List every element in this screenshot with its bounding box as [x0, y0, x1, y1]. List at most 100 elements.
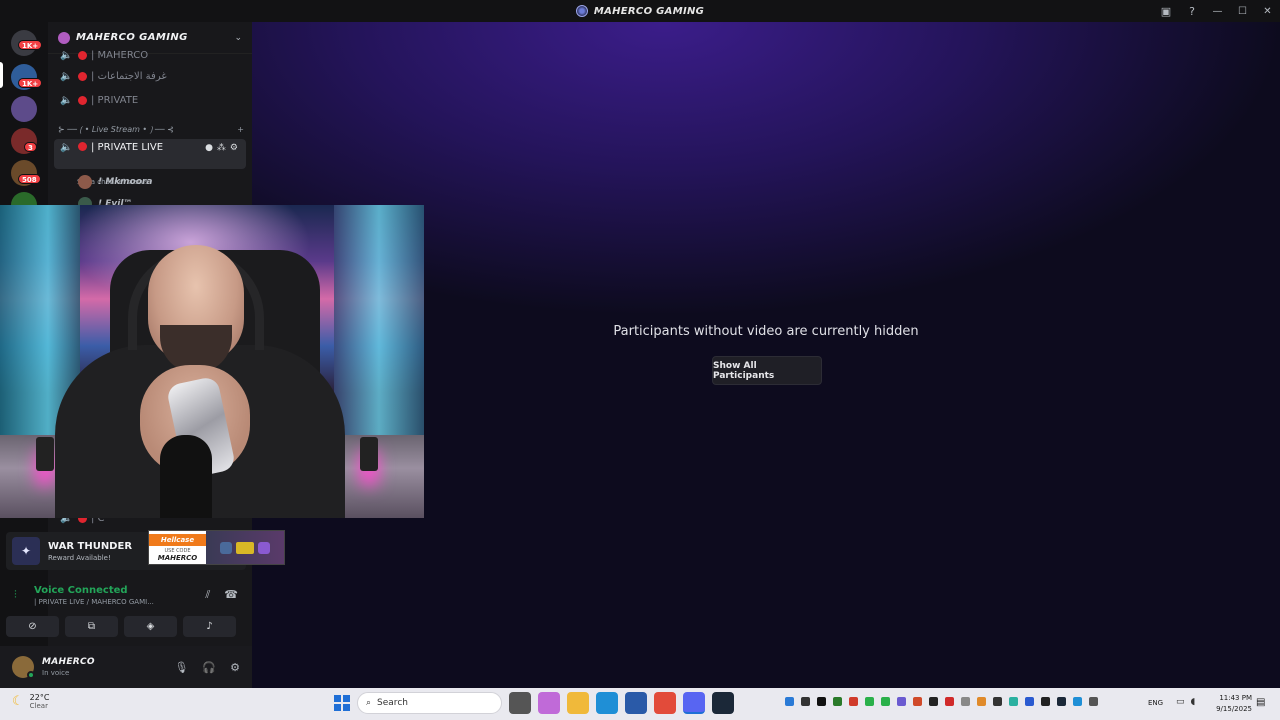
tray-icon[interactable]: [977, 697, 986, 706]
member-name: ! Mkmoora: [98, 177, 153, 187]
microphone-icon[interactable]: 🎙: [174, 661, 188, 674]
close-button[interactable]: ✕: [1255, 0, 1280, 22]
tray-icon[interactable]: [1009, 697, 1018, 706]
language-indicator[interactable]: ENG: [1148, 699, 1163, 707]
tray-icon[interactable]: [1073, 697, 1082, 706]
tray-icon[interactable]: [961, 697, 970, 706]
channel-dot: [78, 95, 87, 105]
disconnect-icon[interactable]: ☎: [224, 588, 238, 602]
screen-share-button[interactable]: ⧉: [65, 616, 118, 637]
war-thunder-icon: ✦: [12, 537, 40, 565]
category-label: ⊱ ── ⟮ • Live Stream • ⟯ ── ⊰: [58, 125, 174, 134]
network-icon: ▭: [1176, 697, 1185, 707]
window-title-text: MAHERCO GAMING: [593, 5, 705, 17]
channel-label: | غرفة الاجتماعات: [91, 70, 167, 82]
minimize-button[interactable]: —: [1205, 0, 1230, 22]
noise-suppression-icon[interactable]: ⫽: [205, 588, 210, 602]
help-icon[interactable]: ?: [1179, 0, 1205, 22]
voice-channel[interactable]: 🔈 | PRIVATE: [54, 90, 246, 110]
unread-badge: 3: [24, 142, 37, 152]
promo-title: WAR THUNDER: [48, 540, 133, 552]
inbox-icon[interactable]: ▣: [1153, 0, 1179, 22]
edge-icon[interactable]: [596, 692, 618, 714]
bluetooth-icon[interactable]: [1025, 697, 1034, 706]
file-explorer-icon[interactable]: [567, 692, 589, 714]
maximize-button[interactable]: ☐: [1230, 0, 1255, 22]
temperature: 22°C: [29, 693, 50, 702]
signal-icon[interactable]: ⫶: [14, 588, 34, 602]
activities-button[interactable]: ◈: [124, 616, 177, 637]
sponsor-banner: Hellcase USE CODE MAHERCO: [148, 530, 285, 565]
camera-off-button[interactable]: ⊘: [6, 616, 59, 637]
user-panel: MAHERCO In voice 🎙 🎧 ⚙: [0, 646, 252, 688]
online-status-icon: [27, 671, 35, 679]
category-header[interactable]: ⊱ ── ⟮ • Live Stream • ⟯ ── ⊰ +: [58, 125, 244, 135]
chat-icon[interactable]: ●: [205, 143, 213, 153]
guild-icon: [58, 31, 70, 44]
promo-subtitle: Reward Available!: [48, 553, 111, 562]
add-channel-icon[interactable]: +: [237, 125, 244, 135]
tray-icon[interactable]: [849, 697, 858, 706]
tray-icon[interactable]: [929, 697, 938, 706]
voice-member[interactable]: ! Mkmoora: [78, 175, 152, 189]
unread-badge: 508: [18, 174, 41, 184]
steam-tray-icon[interactable]: [1057, 697, 1066, 706]
tray-icon[interactable]: [801, 697, 810, 706]
weather-condition: Clear: [29, 702, 48, 710]
speaker-icon: 🔈: [60, 142, 73, 153]
tray-icon[interactable]: [1041, 697, 1050, 706]
server-icon[interactable]: [11, 96, 37, 122]
selected-server-pill: [0, 62, 3, 88]
user-status: In voice: [42, 669, 70, 677]
microphone-tray-icon[interactable]: [1089, 697, 1098, 706]
voice-connected-label: Voice Connected: [34, 584, 128, 596]
start-button[interactable]: [334, 695, 350, 711]
item-icon: [220, 541, 232, 554]
webcam-overlay: [0, 205, 424, 518]
active-voice-channel[interactable]: 🔈 | PRIVATE LIVE ● ⁂ ⚙: [54, 139, 246, 169]
voice-channel-path[interactable]: | PRIVATE LIVE / MAHERCO GAMI...: [34, 598, 154, 606]
taskbar: ☾ 22°C Clear ⌕ Search ENG ▭ ◖ 11:43 PM 9…: [0, 688, 1280, 720]
system-tray: [785, 697, 1098, 706]
notification-icon[interactable]: ▤: [1256, 697, 1265, 708]
show-all-participants-button[interactable]: Show All Participants: [712, 356, 822, 385]
copilot-icon[interactable]: [538, 692, 560, 714]
voice-connection-panel: ⫶ Voice Connected | PRIVATE LIVE / MAHER…: [6, 578, 246, 640]
tray-icon[interactable]: [785, 697, 794, 706]
store-icon[interactable]: [625, 692, 647, 714]
sponsor-brand: Hellcase: [149, 533, 206, 546]
gear-icon[interactable]: ⚙: [230, 143, 238, 153]
tray-icon[interactable]: [817, 697, 826, 706]
unread-badge: 1K+: [18, 78, 43, 88]
channel-dot: [78, 142, 87, 151]
guild-name: MAHERCO GAMING: [76, 32, 188, 43]
voice-channel[interactable]: 🔈 | غرفة الاجتماعات: [54, 66, 246, 86]
time: 11:43 PM: [1219, 694, 1252, 702]
tray-icon[interactable]: [945, 697, 954, 706]
title-bar: MAHERCO GAMING ▣ ? — ☐ ✕: [0, 0, 1280, 22]
tray-icon[interactable]: [881, 697, 890, 706]
chest-icon: [236, 541, 254, 554]
headphones-icon[interactable]: 🎧: [202, 661, 216, 674]
tray-icon[interactable]: [865, 697, 874, 706]
tray-icon[interactable]: [913, 697, 922, 706]
voice-channel[interactable]: 🔈 | MAHERCO: [54, 45, 246, 65]
quick-settings[interactable]: ▭ ◖: [1176, 697, 1195, 707]
task-view-icon[interactable]: [509, 692, 531, 714]
discord-icon[interactable]: [683, 692, 705, 714]
tray-icon[interactable]: [993, 697, 1002, 706]
username: MAHERCO: [42, 657, 95, 667]
tray-icon[interactable]: [897, 697, 906, 706]
chrome-icon[interactable]: [654, 692, 676, 714]
avatar[interactable]: [12, 656, 35, 679]
clock[interactable]: 11:43 PM 9/15/2025: [1208, 693, 1252, 715]
gear-icon[interactable]: ⚙: [230, 661, 240, 674]
steam-icon[interactable]: [712, 692, 734, 714]
invite-icon[interactable]: ⁂: [217, 143, 226, 153]
soundboard-button[interactable]: ♪: [183, 616, 236, 637]
weather-widget[interactable]: ☾ 22°C Clear: [12, 693, 49, 710]
tray-icon[interactable]: [833, 697, 842, 706]
channel-label: | PRIVATE: [91, 94, 139, 106]
search-placeholder: Search: [377, 698, 408, 708]
search-box[interactable]: ⌕ Search: [357, 692, 502, 714]
